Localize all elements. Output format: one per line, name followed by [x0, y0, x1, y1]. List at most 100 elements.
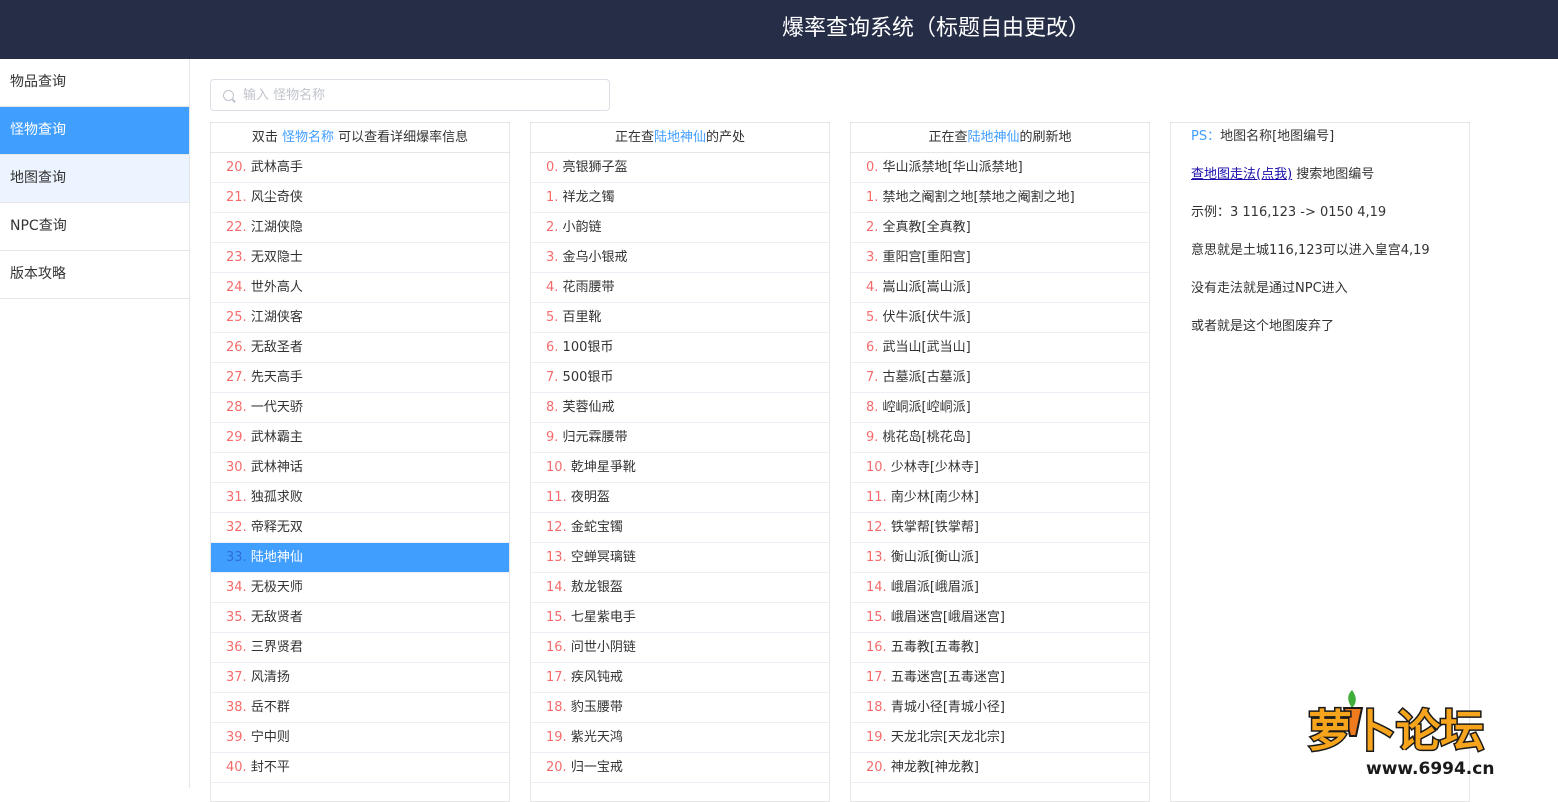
drop-row[interactable]: 3. 金乌小银戒 [531, 243, 829, 273]
monster-row[interactable]: 25. 江湖侠客 [211, 303, 509, 333]
row-label: 世外高人 [250, 280, 303, 295]
sidebar-item-npc-query[interactable]: NPC查询 [0, 203, 189, 251]
monster-row[interactable]: 27. 先天高手 [211, 363, 509, 393]
monster-row[interactable]: 31. 独孤求败 [211, 483, 509, 513]
spawn-list-panel: 正在查陆地神仙的刷新地 0. 华山派禁地[华山派禁地] 1. 禁地之阉割之地[禁地… [850, 122, 1150, 802]
search-input[interactable] [243, 80, 603, 110]
spawn-row[interactable]: 16. 五毒教[五毒教] [851, 633, 1149, 663]
row-index: 15. [866, 610, 887, 625]
drop-row[interactable]: 1. 祥龙之镯 [531, 183, 829, 213]
sidebar-item-version-guide[interactable]: 版本攻略 [0, 251, 189, 299]
page-title: 爆率查询系统（标题自由更改） [782, 16, 1091, 41]
drop-row[interactable]: 0. 亮银狮子盔 [531, 153, 829, 183]
drop-row[interactable]: 11. 夜明盔 [531, 483, 829, 513]
current-monster: 陆地神仙 [653, 130, 706, 145]
row-index: 24. [226, 280, 247, 295]
spawn-row[interactable]: 1. 禁地之阉割之地[禁地之阉割之地] [851, 183, 1149, 213]
sidebar-item-item-query[interactable]: 物品查询 [0, 59, 189, 107]
row-index: 1. [866, 190, 879, 205]
spawn-row[interactable]: 9. 桃花岛[桃花岛] [851, 423, 1149, 453]
row-label: 伏牛派[伏牛派] [882, 310, 971, 325]
monster-row[interactable]: 39. 宁中则 [211, 723, 509, 753]
spawn-row[interactable]: 8. 崆峒派[崆峒派] [851, 393, 1149, 423]
row-index: 21. [226, 190, 247, 205]
monster-row[interactable]: 32. 帝释无双 [211, 513, 509, 543]
spawn-row[interactable]: 4. 嵩山派[嵩山派] [851, 273, 1149, 303]
row-label: 铁掌帮[铁掌帮] [890, 520, 979, 535]
monster-row[interactable]: 20. 武林高手 [211, 153, 509, 183]
row-label: 风清扬 [250, 670, 290, 685]
row-label: 天龙北宗[天龙北宗] [890, 730, 1005, 745]
monster-row[interactable]: 30. 武林神话 [211, 453, 509, 483]
watermark-url: www.6994.cn [1366, 759, 1494, 779]
drop-list-panel: 正在查陆地神仙的产处 0. 亮银狮子盔 1. 祥龙之镯 2. 小韵链 3. 金乌小银戒… [530, 122, 830, 802]
drop-row[interactable]: 6. 100银币 [531, 333, 829, 363]
row-label: 古墓派[古墓派] [882, 370, 971, 385]
drop-row[interactable]: 15. 七星紫电手 [531, 603, 829, 633]
spawn-row[interactable]: 2. 全真教[全真教] [851, 213, 1149, 243]
map-route-link[interactable]: 查地图走法(点我) [1191, 167, 1292, 182]
spawn-row[interactable]: 18. 青城小径[青城小径] [851, 693, 1149, 723]
spawn-row[interactable]: 10. 少林寺[少林寺] [851, 453, 1149, 483]
monster-row[interactable]: 23. 无双隐士 [211, 243, 509, 273]
spawn-row[interactable]: 20. 神龙教[神龙教] [851, 753, 1149, 783]
monster-row[interactable]: 35. 无敌贤者 [211, 603, 509, 633]
row-index: 9. [866, 430, 879, 445]
monster-row[interactable]: 33. 陆地神仙 [211, 543, 509, 573]
drop-row[interactable]: 5. 百里靴 [531, 303, 829, 333]
spawn-row[interactable]: 19. 天龙北宗[天龙北宗] [851, 723, 1149, 753]
drop-row[interactable]: 17. 疾风钝戒 [531, 663, 829, 693]
drop-row[interactable]: 20. 归一宝戒 [531, 753, 829, 783]
monster-row[interactable]: 28. 一代天骄 [211, 393, 509, 423]
spawn-row[interactable]: 11. 南少林[南少林] [851, 483, 1149, 513]
row-index: 3. [866, 250, 879, 265]
drop-row[interactable]: 16. 问世小阴链 [531, 633, 829, 663]
no-route-text: 没有走法就是通过NPC进入 [1191, 281, 1348, 296]
row-index: 22. [226, 220, 247, 235]
spawn-row[interactable]: 3. 重阳宫[重阳宫] [851, 243, 1149, 273]
spawn-row[interactable]: 5. 伏牛派[伏牛派] [851, 303, 1149, 333]
monster-row[interactable]: 29. 武林霸主 [211, 423, 509, 453]
spawn-row[interactable]: 6. 武当山[武当山] [851, 333, 1149, 363]
monster-row[interactable]: 34. 无极天师 [211, 573, 509, 603]
spawn-row[interactable]: 12. 铁掌帮[铁掌帮] [851, 513, 1149, 543]
row-label: 武当山[武当山] [882, 340, 971, 355]
row-index: 18. [866, 700, 887, 715]
monster-row[interactable]: 36. 三界贤君 [211, 633, 509, 663]
spawn-row[interactable]: 13. 衡山派[衡山派] [851, 543, 1149, 573]
spawn-row[interactable]: 14. 峨眉派[峨眉派] [851, 573, 1149, 603]
monster-row[interactable]: 38. 岳不群 [211, 693, 509, 723]
drop-row[interactable]: 9. 归元霖腰带 [531, 423, 829, 453]
drop-row[interactable]: 13. 空蝉冥璃链 [531, 543, 829, 573]
drop-row[interactable]: 2. 小韵链 [531, 213, 829, 243]
monster-row[interactable]: 24. 世外高人 [211, 273, 509, 303]
spawn-row[interactable]: 0. 华山派禁地[华山派禁地] [851, 153, 1149, 183]
drop-row[interactable]: 18. 豹玉腰带 [531, 693, 829, 723]
drop-row[interactable]: 10. 乾坤星爭靴 [531, 453, 829, 483]
drop-row[interactable]: 12. 金蛇宝镯 [531, 513, 829, 543]
sidebar-item-map-query[interactable]: 地图查询 [0, 155, 189, 203]
drop-row[interactable]: 7. 500银币 [531, 363, 829, 393]
monster-row[interactable]: 21. 风尘奇侠 [211, 183, 509, 213]
drop-row[interactable]: 4. 花雨腰带 [531, 273, 829, 303]
row-label: 先天高手 [250, 370, 303, 385]
row-label: 封不平 [250, 760, 290, 775]
row-index: 12. [866, 520, 887, 535]
monster-row[interactable]: 22. 江湖侠隐 [211, 213, 509, 243]
row-index: 1. [546, 190, 559, 205]
monster-row[interactable]: 26. 无敌圣者 [211, 333, 509, 363]
spawn-row[interactable]: 15. 峨眉迷宫[峨眉迷宫] [851, 603, 1149, 633]
drop-row[interactable]: 8. 芙蓉仙戒 [531, 393, 829, 423]
drop-row[interactable]: 14. 敖龙银盔 [531, 573, 829, 603]
spawn-row[interactable]: 7. 古墓派[古墓派] [851, 363, 1149, 393]
monster-row[interactable]: 37. 风清扬 [211, 663, 509, 693]
sidebar-item-monster-query[interactable]: 怪物查询 [0, 107, 189, 155]
row-label: 花雨腰带 [562, 280, 615, 295]
row-label: 五毒迷宫[五毒迷宫] [890, 670, 1005, 685]
row-label: 帝释无双 [250, 520, 303, 535]
drop-list-header: 正在查陆地神仙的产处 [531, 123, 829, 153]
monster-row[interactable]: 40. 封不平 [211, 753, 509, 783]
drop-row[interactable]: 19. 紫光天鸿 [531, 723, 829, 753]
spawn-row[interactable]: 17. 五毒迷宫[五毒迷宫] [851, 663, 1149, 693]
ps-text: 地图名称[地图编号] [1220, 129, 1335, 144]
